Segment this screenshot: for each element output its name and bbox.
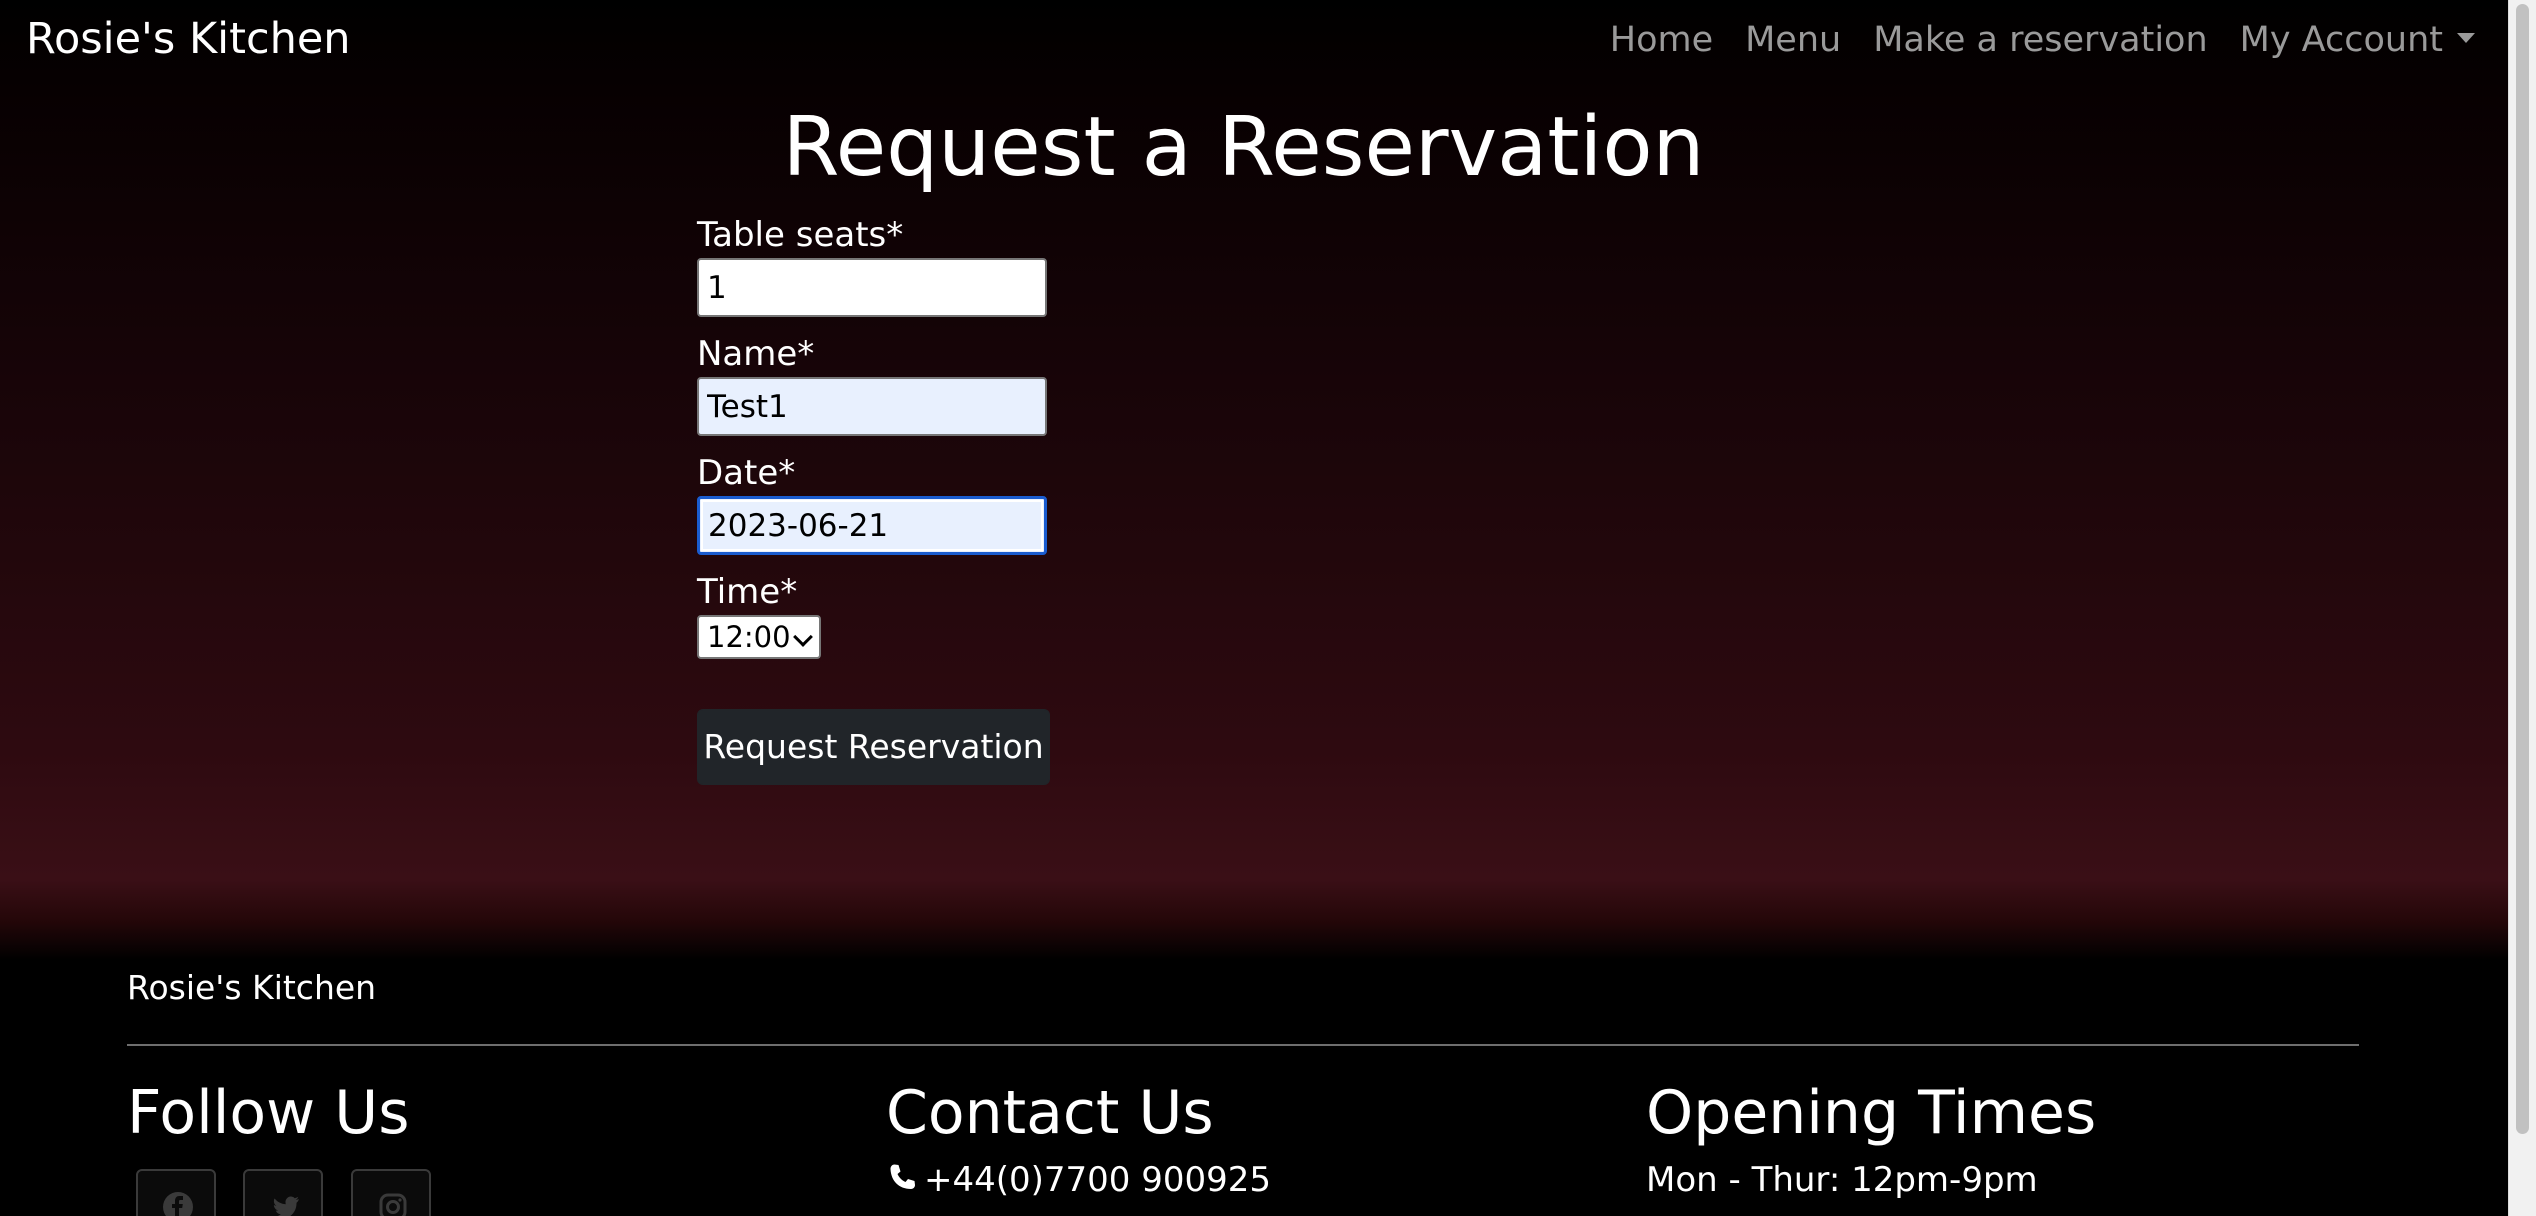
reservation-form: Table seats* Name* Date* Time* 12:00 Req… — [697, 212, 1097, 785]
request-reservation-button[interactable]: Request Reservation — [697, 709, 1050, 785]
time-select[interactable]: 12:00 — [697, 615, 821, 659]
nav-dropdown-my-account[interactable]: My Account — [2224, 20, 2491, 60]
footer-brand[interactable]: Rosie's Kitchen — [127, 968, 376, 1007]
page-title: Request a Reservation — [782, 100, 1705, 195]
date-label: Date* — [697, 453, 796, 493]
date-input[interactable] — [697, 496, 1047, 555]
twitter-button[interactable] — [243, 1169, 323, 1216]
page-scrollbar[interactable] — [2508, 0, 2536, 1216]
chevron-down-icon — [793, 627, 813, 647]
instagram-button[interactable] — [351, 1169, 431, 1216]
table-seats-input[interactable] — [697, 258, 1047, 317]
name-label: Name* — [697, 334, 815, 374]
navbar-brand[interactable]: Rosie's Kitchen — [26, 14, 351, 64]
footer-divider — [127, 1044, 2359, 1046]
follow-us-heading: Follow Us — [127, 1078, 410, 1148]
nav-link-make-reservation[interactable]: Make a reservation — [1857, 20, 2223, 60]
phone-icon — [890, 1164, 915, 1189]
contact-phone-text: +44(0)7700 900925 — [924, 1160, 1272, 1200]
contact-phone[interactable]: +44(0)7700 900925 — [886, 1160, 1271, 1200]
page: Rosie's Kitchen Home Menu Make a reserva… — [0, 0, 2509, 1216]
name-input[interactable] — [697, 377, 1047, 436]
nav-link-home[interactable]: Home — [1594, 20, 1729, 60]
navbar-nav: Home Menu Make a reservation My Account — [1594, 20, 2491, 60]
table-seats-label: Table seats* — [697, 215, 904, 255]
scrollbar-thumb[interactable] — [2516, 4, 2529, 1134]
instagram-icon — [379, 1193, 407, 1216]
twitter-icon — [273, 1196, 299, 1216]
time-select-value: 12:00 — [707, 620, 791, 654]
facebook-button[interactable] — [136, 1169, 216, 1216]
facebook-icon — [163, 1192, 193, 1216]
opening-times-line: Mon - Thur: 12pm-9pm — [1646, 1160, 2038, 1200]
time-label: Time* — [697, 572, 798, 612]
caret-down-icon — [2457, 33, 2475, 43]
contact-us-heading: Contact Us — [886, 1078, 1214, 1148]
opening-times-heading: Opening Times — [1646, 1078, 2097, 1148]
nav-dropdown-my-account-label: My Account — [2239, 20, 2443, 60]
nav-link-menu[interactable]: Menu — [1729, 20, 1857, 60]
